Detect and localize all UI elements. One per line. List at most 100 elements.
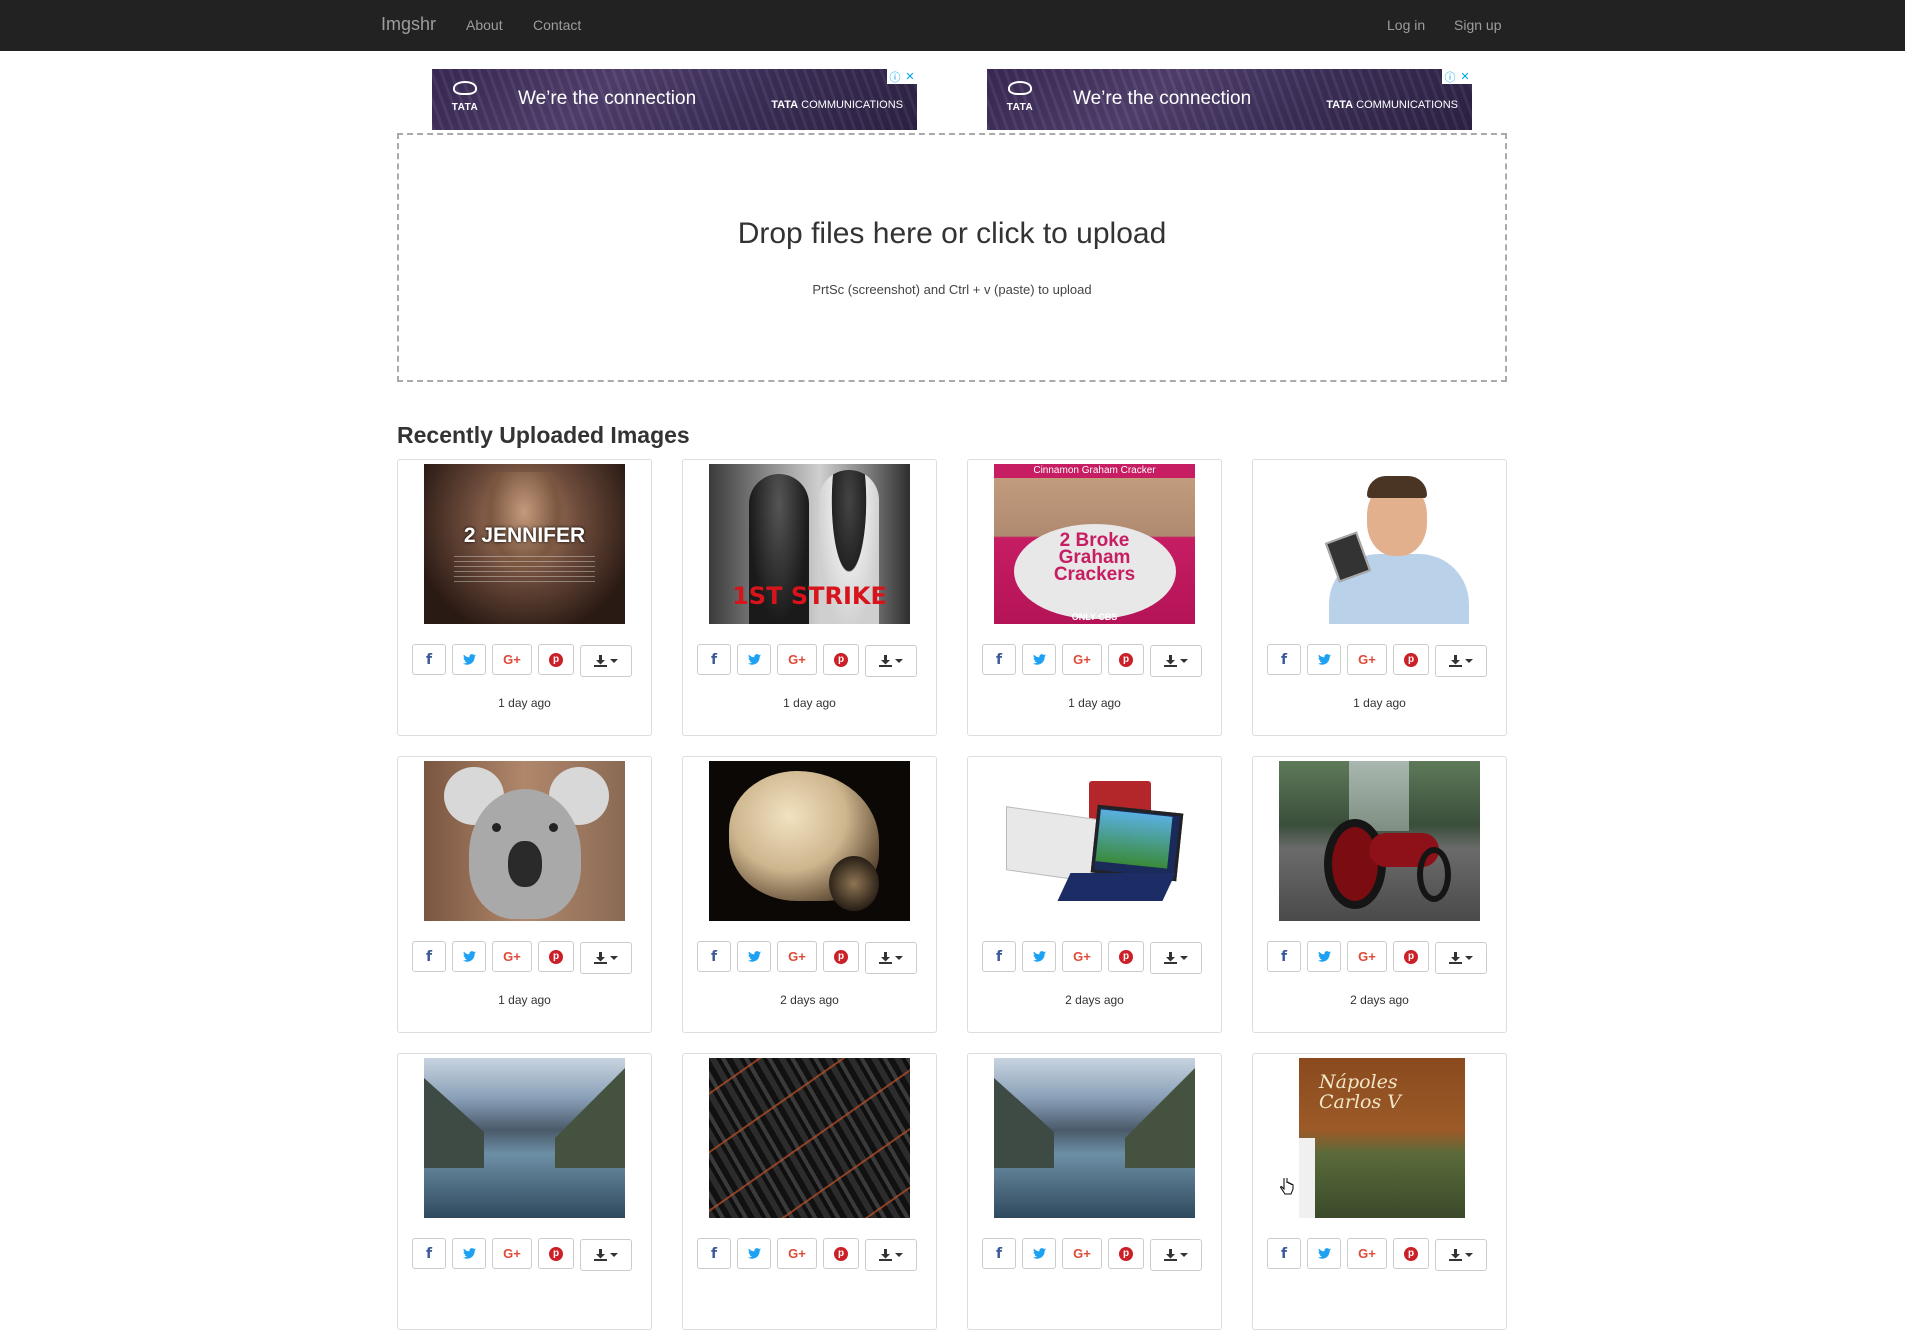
image-thumbnail[interactable] xyxy=(709,1058,910,1218)
facebook-share-button[interactable]: f xyxy=(412,941,446,972)
twitter-share-button[interactable] xyxy=(737,644,771,675)
twitter-share-button[interactable] xyxy=(452,941,486,972)
image-thumbnail[interactable]: Cinnamon Graham Cracker 2 Broke Graham Cr… xyxy=(994,464,1195,624)
image-thumbnail[interactable]: 1ST STRIKE xyxy=(709,464,910,624)
facebook-share-button[interactable]: f xyxy=(697,644,731,675)
twitter-share-button[interactable] xyxy=(1307,644,1341,675)
facebook-share-button[interactable]: f xyxy=(1267,1238,1301,1269)
google-plus-icon: G+ xyxy=(503,652,521,667)
download-dropdown-button[interactable] xyxy=(1435,645,1487,677)
ad-banner-left[interactable]: TATA We’re the connection TATA COMMUNICA… xyxy=(432,69,917,130)
pinterest-share-button[interactable]: p xyxy=(823,644,859,675)
google-plus-share-button[interactable]: G+ xyxy=(1347,941,1387,972)
image-thumbnail[interactable]: 2 JENNIFER xyxy=(424,464,625,624)
twitter-share-button[interactable] xyxy=(737,1238,771,1269)
twitter-share-button[interactable] xyxy=(1307,1238,1341,1269)
download-dropdown-button[interactable] xyxy=(865,942,917,974)
image-thumbnail[interactable] xyxy=(709,761,910,921)
google-plus-icon: G+ xyxy=(503,1246,521,1261)
facebook-share-button[interactable]: f xyxy=(1267,644,1301,675)
facebook-share-button[interactable]: f xyxy=(982,644,1016,675)
brand-logo[interactable]: Imgshr xyxy=(381,14,436,35)
pinterest-share-button[interactable]: p xyxy=(538,941,574,972)
pinterest-share-button[interactable]: p xyxy=(1393,644,1429,675)
nav-contact-link[interactable]: Contact xyxy=(533,17,581,33)
image-thumbnail[interactable] xyxy=(994,1058,1195,1218)
pinterest-share-button[interactable]: p xyxy=(1393,1238,1429,1269)
google-plus-share-button[interactable]: G+ xyxy=(492,1238,532,1269)
download-dropdown-button[interactable] xyxy=(580,942,632,974)
pinterest-share-button[interactable]: p xyxy=(538,1238,574,1269)
download-dropdown-button[interactable] xyxy=(1150,645,1202,677)
pinterest-share-button[interactable]: p xyxy=(1108,1238,1144,1269)
nav-signup-link[interactable]: Sign up xyxy=(1454,17,1501,33)
twitter-share-button[interactable] xyxy=(737,941,771,972)
close-icon[interactable]: ✕ xyxy=(1460,70,1469,83)
google-plus-share-button[interactable]: G+ xyxy=(1062,1238,1102,1269)
image-thumbnail[interactable] xyxy=(1279,761,1480,921)
twitter-icon xyxy=(747,654,761,665)
ad-info-icon[interactable]: ⓘ xyxy=(1444,69,1455,85)
image-thumbnail[interactable] xyxy=(994,761,1195,921)
image-card: f G+ p 2 days ago xyxy=(967,756,1222,1033)
image-card: f G+ p 1 day ago xyxy=(1252,459,1507,736)
image-card: 1ST STRIKE f G+ p 1 day ago xyxy=(682,459,937,736)
facebook-share-button[interactable]: f xyxy=(982,941,1016,972)
nav-login-link[interactable]: Log in xyxy=(1387,17,1425,33)
google-plus-icon: G+ xyxy=(1358,949,1376,964)
twitter-share-button[interactable] xyxy=(452,644,486,675)
download-dropdown-button[interactable] xyxy=(1150,1239,1202,1271)
google-plus-share-button[interactable]: G+ xyxy=(777,644,817,675)
download-dropdown-button[interactable] xyxy=(1435,942,1487,974)
chevron-down-icon xyxy=(895,659,903,663)
facebook-share-button[interactable]: f xyxy=(1267,941,1301,972)
twitter-share-button[interactable] xyxy=(1022,941,1056,972)
download-dropdown-button[interactable] xyxy=(580,645,632,677)
pinterest-share-button[interactable]: p xyxy=(538,644,574,675)
upload-dropzone[interactable]: Drop files here or click to upload PrtSc… xyxy=(397,133,1507,382)
facebook-icon: f xyxy=(1280,651,1288,668)
ad-info-icon[interactable]: ⓘ xyxy=(889,69,900,85)
facebook-share-button[interactable]: f xyxy=(982,1238,1016,1269)
nav-about-link[interactable]: About xyxy=(466,17,503,33)
pinterest-share-button[interactable]: p xyxy=(1108,644,1144,675)
google-plus-share-button[interactable]: G+ xyxy=(492,941,532,972)
image-thumbnail[interactable] xyxy=(1279,464,1480,624)
download-dropdown-button[interactable] xyxy=(865,1239,917,1271)
google-plus-share-button[interactable]: G+ xyxy=(1347,1238,1387,1269)
pinterest-share-button[interactable]: p xyxy=(1108,941,1144,972)
google-plus-share-button[interactable]: G+ xyxy=(777,941,817,972)
pinterest-share-button[interactable]: p xyxy=(823,1238,859,1269)
ad-banner-right[interactable]: TATA We’re the connection TATA COMMUNICA… xyxy=(987,69,1472,130)
twitter-share-button[interactable] xyxy=(1307,941,1341,972)
google-plus-share-button[interactable]: G+ xyxy=(1062,941,1102,972)
facebook-share-button[interactable]: f xyxy=(412,644,446,675)
poster-title: Nápoles Carlos V xyxy=(1319,1071,1401,1113)
image-thumbnail[interactable] xyxy=(424,1058,625,1218)
pinterest-share-button[interactable]: p xyxy=(823,941,859,972)
pinterest-icon: p xyxy=(834,652,848,667)
ad-choices-close[interactable]: ⓘ ✕ xyxy=(1442,69,1472,84)
google-plus-share-button[interactable]: G+ xyxy=(492,644,532,675)
close-icon[interactable]: ✕ xyxy=(905,70,914,83)
upload-time: 1 day ago xyxy=(498,993,551,1007)
pinterest-share-button[interactable]: p xyxy=(1393,941,1429,972)
twitter-share-button[interactable] xyxy=(1022,644,1056,675)
download-dropdown-button[interactable] xyxy=(1435,1239,1487,1271)
twitter-share-button[interactable] xyxy=(452,1238,486,1269)
image-thumbnail[interactable]: Nápoles Carlos V xyxy=(1279,1058,1480,1218)
download-dropdown-button[interactable] xyxy=(1150,942,1202,974)
twitter-share-button[interactable] xyxy=(1022,1238,1056,1269)
download-dropdown-button[interactable] xyxy=(865,645,917,677)
google-plus-share-button[interactable]: G+ xyxy=(777,1238,817,1269)
google-plus-share-button[interactable]: G+ xyxy=(1062,644,1102,675)
image-thumbnail[interactable] xyxy=(424,761,625,921)
facebook-share-button[interactable]: f xyxy=(697,1238,731,1269)
chevron-down-icon xyxy=(610,1253,618,1257)
download-dropdown-button[interactable] xyxy=(580,1239,632,1271)
ad-choices-close[interactable]: ⓘ ✕ xyxy=(887,69,917,84)
facebook-share-button[interactable]: f xyxy=(697,941,731,972)
google-plus-share-button[interactable]: G+ xyxy=(1347,644,1387,675)
facebook-share-button[interactable]: f xyxy=(412,1238,446,1269)
upload-time: 1 day ago xyxy=(1068,696,1121,710)
